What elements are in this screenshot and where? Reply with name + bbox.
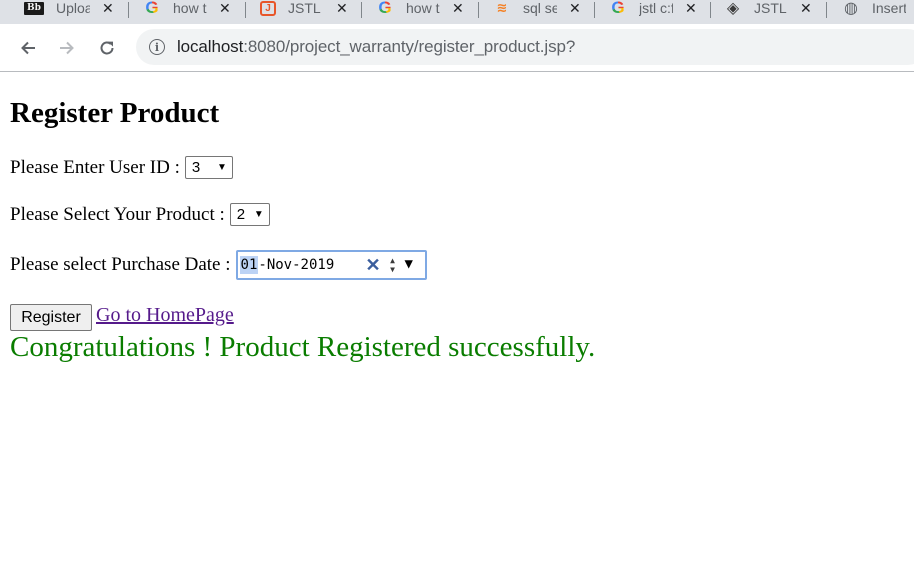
tab-title: jstl c:f [639, 0, 673, 16]
tab-title: how t [173, 0, 207, 16]
purchase-date-label: Please select Purchase Date : [10, 254, 231, 275]
chevron-down-icon: ▼ [253, 209, 264, 220]
browser-tab[interactable]: ◈ JSTL - ✕ [724, 0, 812, 17]
purchase-date-input[interactable]: 01 -Nov-2019 ✕ ▲ ▼ ▼ [235, 250, 427, 280]
url-path: :8080/project_warranty/register_product.… [243, 37, 576, 56]
diamond-icon: ◈ [726, 0, 740, 17]
tab-separator [478, 2, 479, 18]
browser-tab[interactable]: G how t ✕ [376, 0, 463, 17]
close-icon[interactable]: ✕ [219, 0, 231, 17]
tab-title: JSTL S [288, 0, 322, 16]
globe-icon: ◍ [844, 0, 858, 17]
tab-title: JSTL - [754, 0, 788, 16]
browser-tab[interactable]: ◍ Insert [842, 0, 906, 17]
address-bar[interactable]: i localhost:8080/project_warranty/regist… [136, 29, 914, 65]
user-id-row: Please Enter User ID : 3 ▼ [10, 156, 233, 179]
url-host: localhost [177, 37, 244, 56]
date-day-segment[interactable]: 01 [239, 256, 259, 274]
tab-separator [245, 2, 246, 18]
stackoverflow-icon: ≋ [496, 0, 508, 15]
tab-separator [128, 2, 129, 18]
reload-icon[interactable] [93, 34, 121, 62]
tab-separator [826, 2, 827, 18]
google-icon: G [609, 0, 627, 17]
user-id-value: 3 [191, 159, 201, 176]
calendar-dropdown-icon[interactable]: ▼ [405, 256, 413, 272]
browser-tab[interactable]: G how t ✕ [143, 0, 230, 17]
url-text[interactable]: localhost:8080/project_warranty/register… [177, 37, 575, 57]
tab-separator [710, 2, 711, 18]
browser-tab[interactable]: G jstl c:f ✕ [609, 0, 696, 17]
register-button[interactable]: Register [10, 304, 92, 331]
tab-separator [594, 2, 595, 18]
close-icon[interactable]: ✕ [452, 0, 464, 17]
tab-title: Uploa [56, 0, 90, 16]
info-icon[interactable]: i [149, 39, 165, 55]
tab-title: Insert [872, 0, 906, 16]
javatpoint-icon: J [260, 0, 276, 16]
date-rest-segment[interactable]: -Nov-2019 [258, 257, 334, 273]
close-icon[interactable]: ✕ [800, 0, 812, 17]
blackboard-icon: Bb [24, 1, 44, 15]
tab-title: how t [406, 0, 440, 16]
homepage-link[interactable]: Go to HomePage [96, 304, 234, 327]
browser-tab[interactable]: ≋ sql se ✕ [493, 0, 581, 16]
purchase-date-row: Please select Purchase Date : 01 -Nov-201… [10, 250, 427, 280]
product-select[interactable]: 2 ▼ [229, 203, 270, 226]
close-icon[interactable]: ✕ [336, 0, 348, 17]
close-icon[interactable]: ✕ [685, 0, 697, 17]
tab-title: sql se [523, 0, 557, 16]
browser-tab[interactable]: Bb Uploa ✕ [24, 0, 114, 16]
product-row: Please Select Your Product : 2 ▼ [10, 203, 270, 226]
page-content: Register Product Please Enter User ID : … [0, 73, 914, 566]
product-value: 2 [236, 206, 246, 223]
tab-strip: Bb Uploa ✕ G how t ✕ J JSTL S ✕ G how t … [0, 0, 914, 24]
google-icon: G [143, 0, 161, 17]
user-id-label: Please Enter User ID : [10, 156, 180, 178]
page-title: Register Product [10, 97, 220, 129]
success-message: Congratulations ! Product Registered suc… [10, 331, 596, 363]
spinner-icon[interactable]: ▲ ▼ [387, 255, 399, 275]
clear-icon[interactable]: ✕ [366, 255, 381, 276]
product-label: Please Select Your Product : [10, 203, 225, 225]
browser-toolbar: i localhost:8080/project_warranty/regist… [0, 24, 914, 72]
user-id-select[interactable]: 3 ▼ [184, 156, 233, 179]
back-icon[interactable] [14, 34, 42, 62]
browser-tab[interactable]: J JSTL S ✕ [260, 0, 348, 16]
close-icon[interactable]: ✕ [569, 0, 581, 17]
chevron-down-icon: ▼ [216, 162, 227, 173]
close-icon[interactable]: ✕ [102, 0, 114, 17]
google-icon: G [376, 0, 394, 17]
tab-separator [361, 2, 362, 18]
forward-icon[interactable] [53, 34, 81, 62]
